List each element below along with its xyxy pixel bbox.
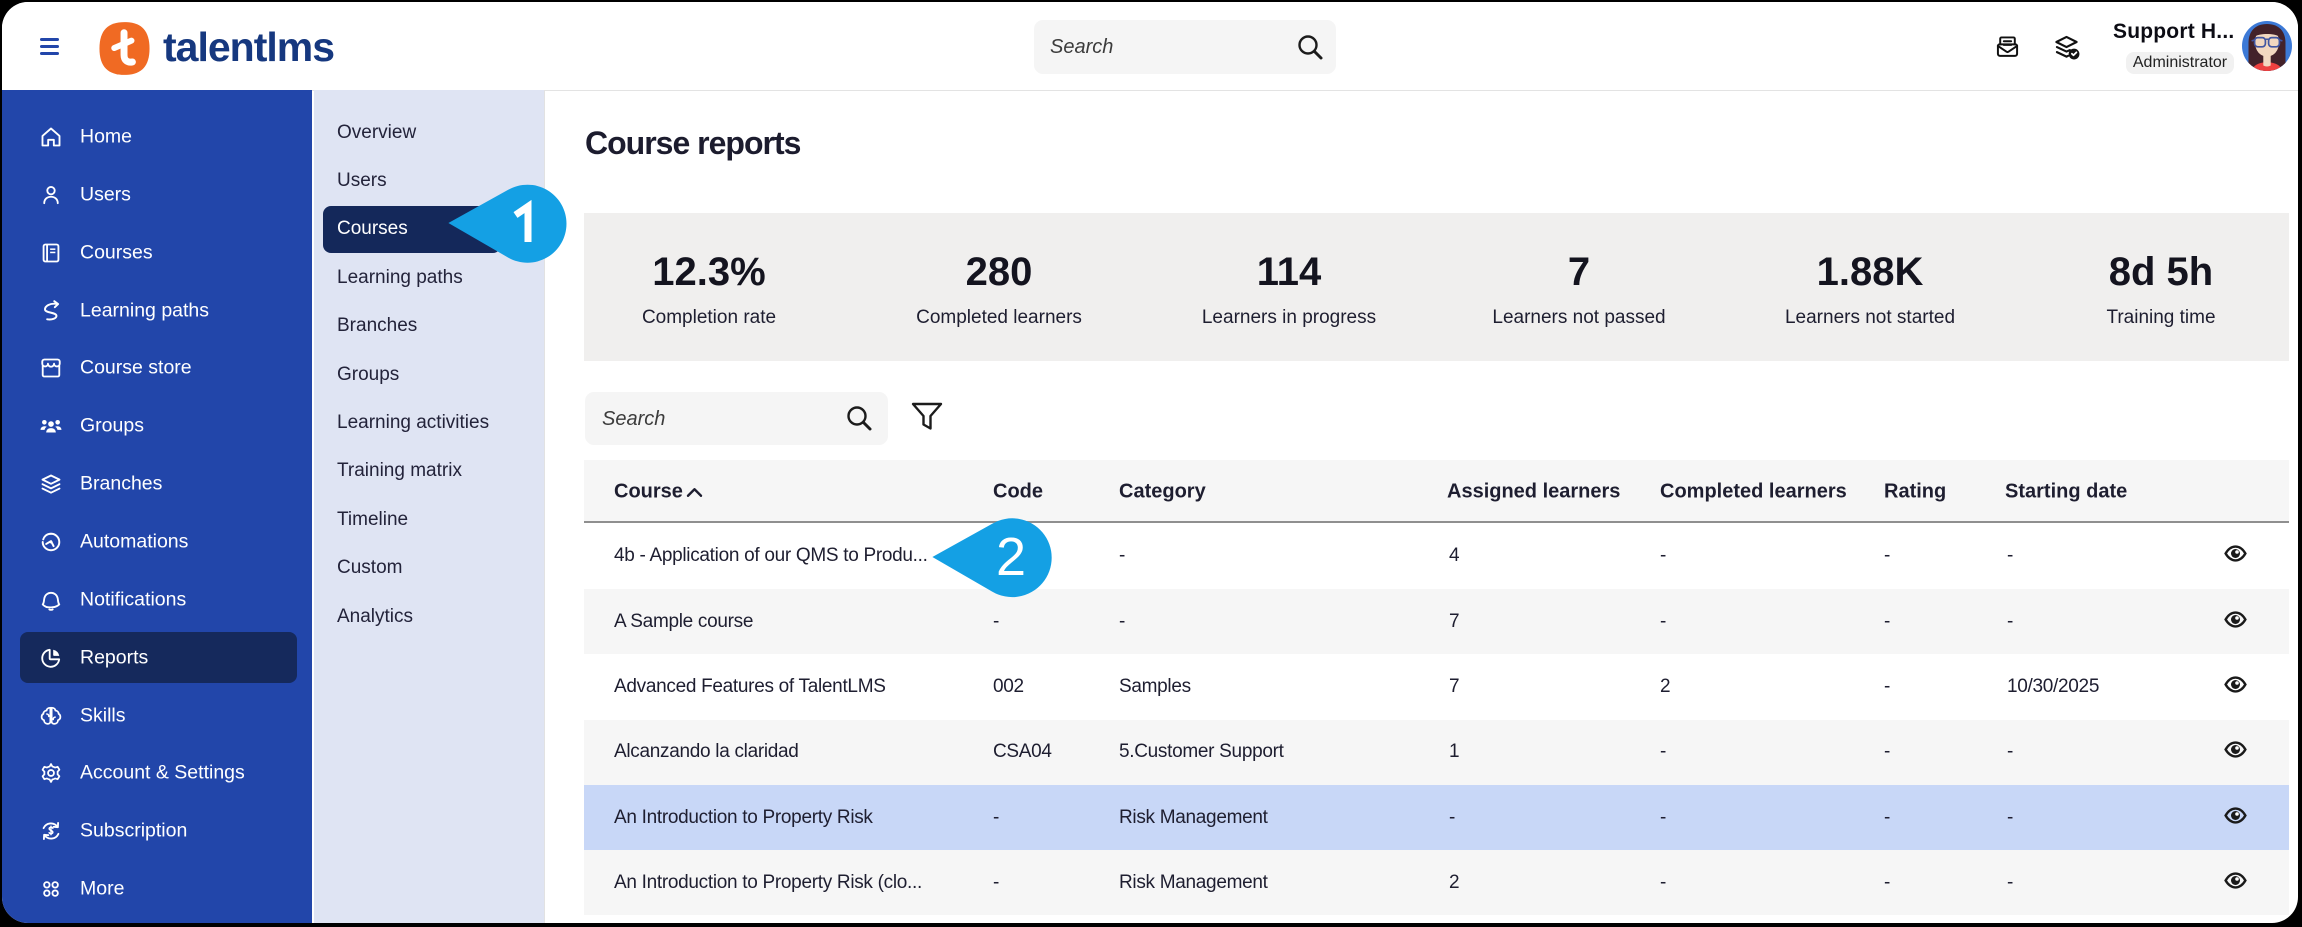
svg-text:2: 2	[996, 527, 1026, 587]
